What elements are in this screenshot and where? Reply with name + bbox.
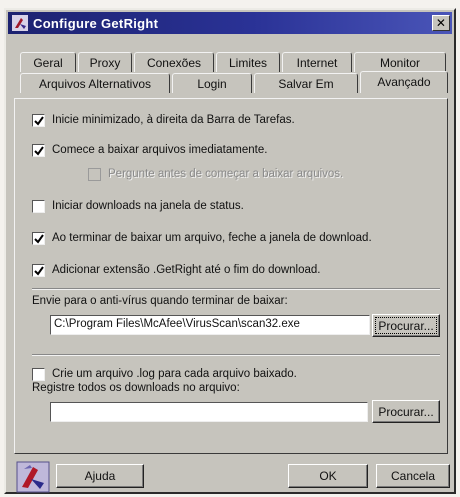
close-button[interactable]: ✕: [432, 15, 450, 31]
checkbox-create-log[interactable]: [32, 367, 45, 381]
tab-geral[interactable]: Geral: [20, 52, 76, 72]
checkbox-label: Comece a baixar arquivos imediatamente.: [52, 144, 268, 156]
tab-conexoes[interactable]: Conexões: [134, 52, 214, 72]
option-ask-before-download: Pergunte antes de começar a baixar arqui…: [88, 166, 343, 182]
checkbox-ask-before-download: [88, 167, 101, 181]
cancel-button[interactable]: Cancela: [376, 464, 450, 488]
option-add-extension[interactable]: Adicionar extensão .GetRight até o fim d…: [32, 262, 321, 278]
option-start-download-now[interactable]: Comece a baixar arquivos imediatamente.: [32, 142, 267, 158]
title-bar[interactable]: Configure GetRight ✕: [8, 12, 452, 34]
getright-help-icon: [16, 461, 50, 493]
checkbox-label: Adicionar extensão .GetRight até o fim d…: [52, 264, 321, 276]
checkbox-label: Inicie minimizado, à direita da Barra de…: [52, 114, 295, 126]
section-divider: [32, 288, 440, 290]
option-downloads-in-status[interactable]: Iniciar downloads na janela de status.: [32, 198, 244, 214]
tab-login[interactable]: Login: [172, 73, 252, 93]
checkbox-start-minimized[interactable]: [32, 113, 45, 127]
tab-internet[interactable]: Internet: [282, 52, 352, 72]
option-create-log[interactable]: Crie um arquivo .log para cada arquivo b…: [32, 366, 297, 382]
checkbox-start-download-now[interactable]: [32, 143, 45, 157]
section-divider: [32, 354, 440, 356]
log-file-field[interactable]: [50, 402, 368, 422]
checkbox-label: Crie um arquivo .log para cada arquivo b…: [52, 368, 297, 380]
help-button[interactable]: Ajuda: [56, 464, 144, 488]
app-icon: [12, 15, 28, 31]
tab-salvar-em[interactable]: Salvar Em: [254, 73, 358, 93]
tab-avancado[interactable]: Avançado: [360, 71, 448, 93]
ok-button[interactable]: OK: [288, 464, 368, 488]
close-icon: ✕: [435, 16, 447, 30]
checkbox-label: Ao terminar de baixar um arquivo, feche …: [52, 232, 372, 244]
option-start-minimized[interactable]: Inicie minimizado, à direita da Barra de…: [32, 112, 295, 128]
window-title: Configure GetRight: [33, 15, 159, 31]
tab-limites[interactable]: Limites: [216, 52, 280, 72]
option-close-on-finish[interactable]: Ao terminar de baixar um arquivo, feche …: [32, 230, 372, 246]
antivirus-browse-button[interactable]: Procurar...: [372, 314, 440, 337]
antivirus-label: Envie para o anti-vírus quando terminar …: [32, 295, 288, 307]
tab-proxy[interactable]: Proxy: [78, 52, 132, 72]
log-file-label: Registre todos os downloads no arquivo:: [32, 382, 240, 394]
tab-monitor[interactable]: Monitor: [354, 52, 446, 72]
checkbox-close-on-finish[interactable]: [32, 231, 45, 245]
configure-dialog: Configure GetRight ✕ Geral Proxy Conexõe…: [4, 8, 456, 494]
antivirus-path-field[interactable]: C:\Program Files\McAfee\VirusScan\scan32…: [50, 315, 370, 335]
checkbox-label: Pergunte antes de começar a baixar arqui…: [108, 168, 344, 180]
checkbox-downloads-in-status[interactable]: [32, 199, 45, 213]
tab-arquivos-alternativos[interactable]: Arquivos Alternativos: [20, 73, 170, 93]
checkbox-add-extension[interactable]: [32, 263, 45, 277]
checkbox-label: Iniciar downloads na janela de status.: [52, 200, 244, 212]
log-browse-button[interactable]: Procurar...: [372, 400, 440, 423]
